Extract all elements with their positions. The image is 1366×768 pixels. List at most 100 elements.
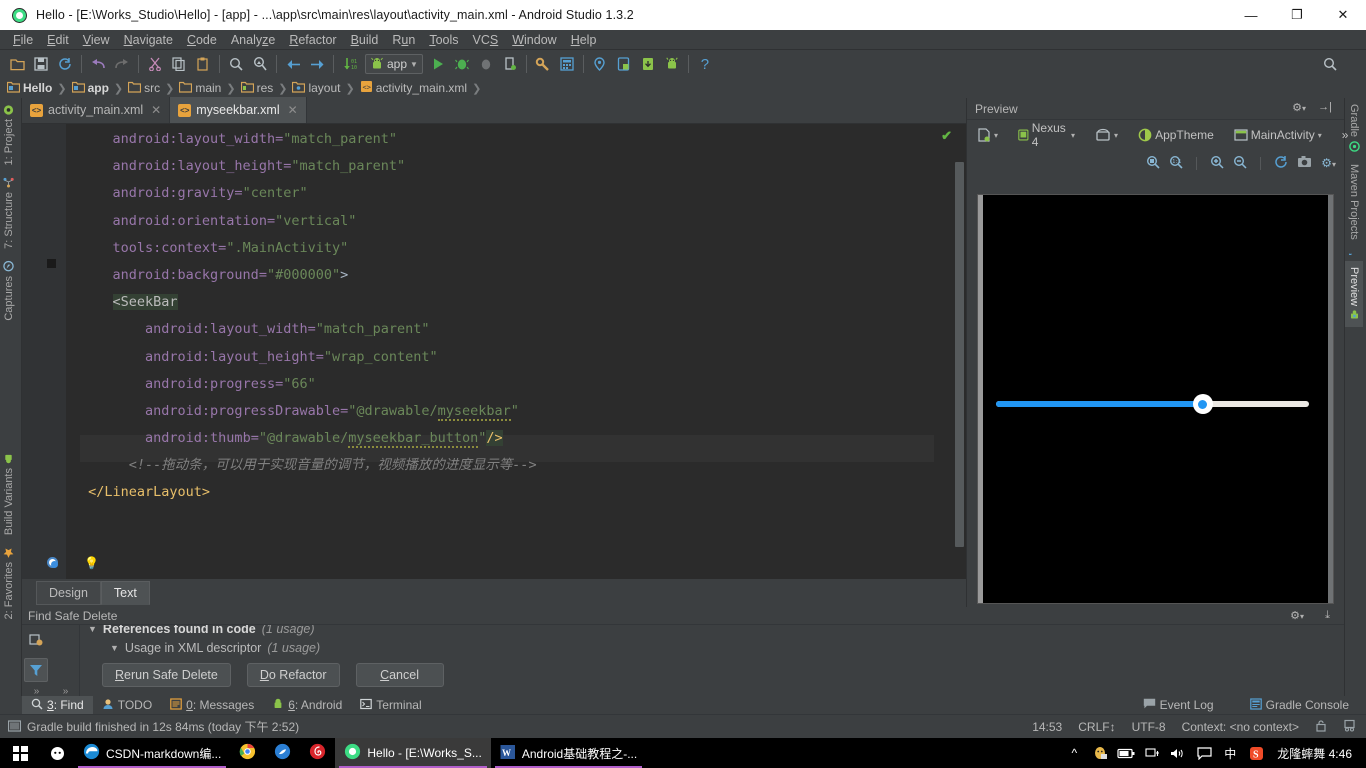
code-line[interactable]: <SeekBar [80, 289, 934, 316]
find-result-row[interactable]: ▼ References found in code (1 usage) [80, 625, 1344, 638]
preview-overflow-button[interactable]: » [1338, 127, 1353, 143]
taskbar-clock[interactable]: 龙隆蟀舞 4:46 [1269, 745, 1360, 762]
find-result-row[interactable]: ▼ Usage in XML descriptor (1 usage) [80, 638, 1344, 657]
ime-mode-icon[interactable]: 中 [1217, 738, 1243, 768]
code-line[interactable]: android:background="#000000"> [80, 262, 934, 289]
menu-item-help[interactable]: Help [564, 32, 604, 48]
tray-expand-icon[interactable]: ^ [1061, 738, 1087, 768]
android-icon[interactable] [660, 52, 684, 76]
back-icon[interactable] [281, 52, 305, 76]
orientation-button[interactable]: ▾ [1091, 127, 1122, 143]
code-line[interactable]: android:progressDrawable="@drawable/myse… [80, 398, 934, 425]
code-editor[interactable]: − ⌐ ⌐ 💡 android:layout_width="match_pare… [22, 124, 966, 626]
save-all-icon[interactable] [29, 52, 53, 76]
menu-item-view[interactable]: View [76, 32, 117, 48]
minimize-button[interactable]: — [1228, 0, 1274, 30]
menu-item-refactor[interactable]: Refactor [282, 32, 343, 48]
tool-tab-2--favorites[interactable]: 2: Favorites [0, 541, 18, 625]
menu-item-tools[interactable]: Tools [422, 32, 465, 48]
redo-icon[interactable] [110, 52, 134, 76]
code-line[interactable]: android:gravity="center" [80, 180, 934, 207]
open-folder-icon[interactable] [5, 52, 29, 76]
tool-tab-1--project[interactable]: 1: Project [0, 98, 18, 171]
tool-tab-preview[interactable]: Preview [1345, 260, 1363, 327]
tool-window-event-log[interactable]: Event Log [1134, 696, 1223, 714]
breadcrumb-item-hello[interactable]: Hello [5, 81, 54, 96]
help-icon[interactable]: ? [693, 52, 717, 76]
menu-item-run[interactable]: Run [385, 32, 422, 48]
sync-icon[interactable] [53, 52, 77, 76]
tool-window-0--messages[interactable]: 0: Messages [161, 696, 263, 714]
location-icon[interactable] [588, 52, 612, 76]
editor-tab-myseekbar-xml[interactable]: <> myseekbar.xml ✕ [170, 97, 307, 123]
taskbar-app-chrome-icon[interactable] [230, 738, 265, 768]
editor-scrollbar[interactable] [954, 124, 966, 579]
settings-icon[interactable]: ⚙▾ [1321, 156, 1336, 170]
editor-marker-bar[interactable] [934, 124, 954, 579]
zoom-in-icon[interactable] [1210, 155, 1224, 172]
run-configuration-selector[interactable]: app ▼ [365, 54, 423, 74]
cut-icon[interactable] [143, 52, 167, 76]
search-everywhere-icon[interactable] [1318, 52, 1342, 76]
breadcrumb-item-main[interactable]: main [177, 81, 223, 96]
qq-icon[interactable] [1087, 738, 1113, 768]
menu-item-window[interactable]: Window [505, 32, 563, 48]
find-icon[interactable] [224, 52, 248, 76]
chevron-down-icon[interactable]: ▼ [110, 643, 119, 653]
menu-item-build[interactable]: Build [344, 32, 386, 48]
code-line[interactable]: tools:context=".MainActivity" [80, 235, 934, 262]
code-line[interactable]: <!--拖动条，可以用于实现音量的调节，视频播放的进度显示等--> [80, 452, 934, 479]
code-line[interactable]: </LinearLayout> [80, 479, 934, 506]
tool-window-terminal[interactable]: Terminal [351, 696, 430, 714]
code-text[interactable]: android:layout_width="match_parent" andr… [80, 124, 934, 579]
tool-window-6--android[interactable]: 6: Android [263, 696, 351, 714]
seekbar-widget[interactable] [996, 394, 1309, 414]
tool-tab-build-variants[interactable]: Build Variants [0, 447, 18, 541]
replace-icon[interactable] [248, 52, 272, 76]
volume-icon[interactable] [1165, 738, 1191, 768]
zoom-out-icon[interactable] [1233, 155, 1247, 172]
code-line[interactable]: android:layout_height="match_parent" [80, 153, 934, 180]
zoom-actual-icon[interactable]: 1:1 [1169, 155, 1183, 172]
chevron-down-icon[interactable]: ▼ [88, 625, 97, 634]
inspection-ok-icon[interactable]: ✔ [941, 128, 952, 144]
code-line[interactable]: android:layout_height="wrap_content" [80, 344, 934, 371]
breadcrumb-item-res[interactable]: res [239, 81, 276, 96]
dock-icon[interactable]: →| [1318, 101, 1332, 113]
do-refactor-button[interactable]: Do Refactor [246, 663, 340, 687]
breakpoint-icon[interactable] [47, 557, 58, 568]
status-line-separator[interactable]: CRLF↕ [1078, 720, 1115, 734]
code-line[interactable]: android:thumb="@drawable/myseekbar_butto… [80, 425, 934, 452]
tool-window-3--find[interactable]: 3: Find [22, 696, 93, 714]
maximize-button[interactable]: ❐ [1274, 0, 1320, 30]
menu-item-vcs[interactable]: VCS [466, 32, 506, 48]
tool-tab-captures[interactable]: Captures [0, 255, 18, 327]
gear-icon[interactable]: ⚙▾ [1290, 609, 1304, 622]
trolley-icon[interactable] [1343, 719, 1356, 735]
menu-item-file[interactable]: File [6, 32, 40, 48]
hide-panel-icon[interactable]: ⤓ [1325, 609, 1330, 622]
find-results-tree[interactable]: ▼ References found in code (1 usage) ▼ Usage… [80, 625, 1344, 699]
code-line[interactable]: android:layout_width="match_parent" [80, 126, 934, 153]
breadcrumb-item-activity-main-xml[interactable]: <> activity_main.xml [358, 80, 469, 96]
battery-icon[interactable] [1113, 738, 1139, 768]
breadcrumb-item-app[interactable]: app [70, 81, 111, 96]
close-icon[interactable]: ✕ [151, 103, 161, 117]
tool-tab-maven-projects[interactable]: Maven Projects m [1343, 158, 1363, 261]
gear-icon[interactable]: ⚙▾ [1292, 101, 1306, 114]
stop-icon[interactable] [498, 52, 522, 76]
tab-text[interactable]: Text [100, 581, 150, 605]
taskbar-app-sogou-icon[interactable] [265, 738, 300, 768]
device-preview[interactable] [977, 194, 1334, 604]
avd-manager-icon[interactable] [555, 52, 579, 76]
chevron-down-icon[interactable]: ▼ [410, 60, 418, 69]
run-icon[interactable] [426, 52, 450, 76]
debug-icon[interactable] [450, 52, 474, 76]
cancel-button[interactable]: Cancel [355, 663, 444, 687]
device-config-button[interactable]: ▾ [973, 127, 1002, 143]
sdk-manager-icon[interactable] [531, 52, 555, 76]
rerun-icon[interactable] [24, 628, 48, 652]
rerun-safe-delete-button[interactable]: Rerun Safe Delete [102, 663, 231, 687]
refresh-icon[interactable] [1274, 155, 1288, 172]
network-icon[interactable] [1139, 738, 1165, 768]
